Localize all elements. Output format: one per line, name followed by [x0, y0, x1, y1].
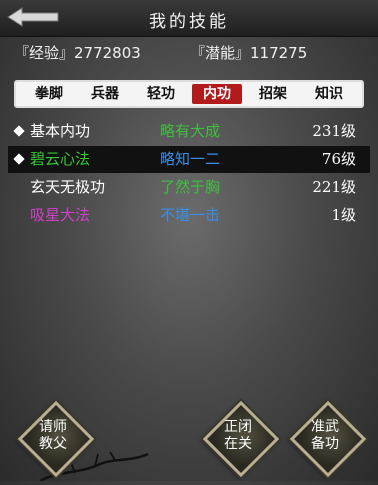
ask-master-button[interactable]: 请师 教父 [17, 400, 95, 478]
stats-bar: 『经验』2772803 『潜能』117275 [14, 42, 364, 64]
skill-level-desc: 不堪一击 [160, 206, 221, 224]
page-title: 我的技能 [149, 12, 229, 32]
skill-level: 1级 [331, 206, 356, 224]
tab-knowledge[interactable]: 知识 [304, 84, 354, 104]
skill-level-desc: 略有大成 [160, 122, 221, 140]
skill-level-desc: 略知一二 [160, 150, 221, 168]
tab-lightness[interactable]: 轻功 [136, 84, 186, 104]
tab-internal[interactable]: 内功 [192, 84, 242, 104]
tab-fist[interactable]: 拳脚 [24, 84, 74, 104]
skill-row[interactable]: 玄天无极功 了然于胸 221级 [8, 174, 370, 201]
diamond-icon [13, 153, 25, 165]
skill-row[interactable]: 碧云心法 略知一二 76级 [8, 146, 370, 173]
ask-master-label: 请师 教父 [39, 419, 67, 452]
prepare-skills-label: 准武 备功 [311, 419, 339, 452]
potential-value: 『潜能』117275 [190, 44, 308, 62]
skill-level: 231级 [312, 122, 356, 140]
tab-parry[interactable]: 招架 [248, 84, 298, 104]
close-door-training-button[interactable]: 正闭 在关 [202, 400, 280, 478]
top-bar: 我的技能 [0, 0, 378, 37]
tab-weapon[interactable]: 兵器 [80, 84, 130, 104]
experience-value: 『经验』2772803 [14, 44, 141, 62]
close-door-training-label: 正闭 在关 [224, 419, 252, 452]
skill-name: 碧云心法 [30, 150, 91, 168]
skill-row[interactable]: 吸星大法 不堪一击 1级 [8, 202, 370, 229]
skill-name: 基本内功 [30, 122, 91, 140]
skill-level: 221级 [312, 178, 356, 196]
prepare-skills-button[interactable]: 准武 备功 [289, 400, 367, 478]
skill-level: 76级 [321, 150, 356, 168]
skill-level-desc: 了然于胸 [160, 178, 221, 196]
skill-row[interactable]: 基本内功 略有大成 231级 [8, 118, 370, 145]
skill-name: 吸星大法 [30, 206, 91, 224]
skill-category-tabs: 拳脚 兵器 轻功 内功 招架 知识 [14, 80, 364, 108]
diamond-icon [13, 125, 25, 137]
skill-name: 玄天无极功 [30, 178, 106, 196]
